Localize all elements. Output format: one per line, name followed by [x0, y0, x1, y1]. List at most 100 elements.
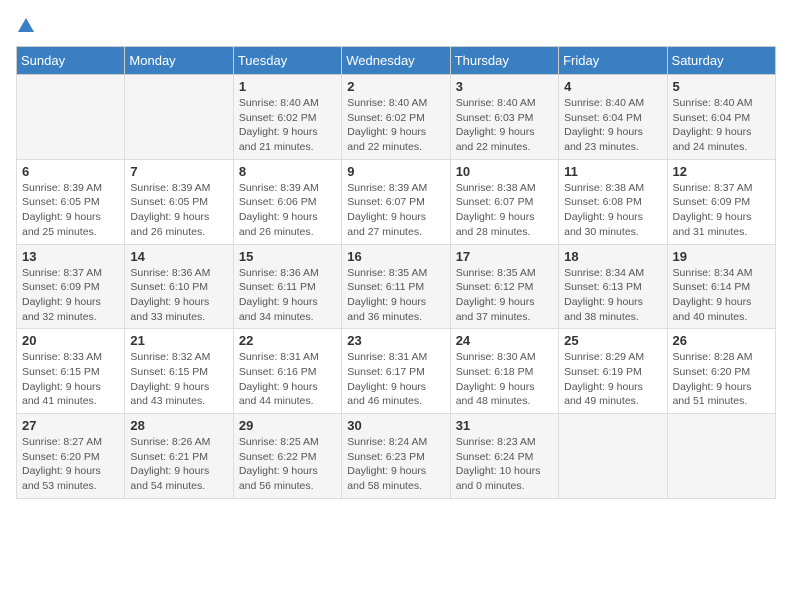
day-number: 20	[22, 333, 119, 348]
day-number: 4	[564, 79, 661, 94]
day-detail: Sunrise: 8:31 AM Sunset: 6:16 PM Dayligh…	[239, 351, 319, 407]
day-number: 9	[347, 164, 444, 179]
header-sunday: Sunday	[17, 47, 125, 75]
calendar-week-row: 1Sunrise: 8:40 AM Sunset: 6:02 PM Daylig…	[17, 75, 776, 160]
day-detail: Sunrise: 8:40 AM Sunset: 6:02 PM Dayligh…	[239, 97, 319, 153]
calendar-cell: 13 Sunrise: 8:37 AM Sunset: 6:09 PM Dayli…	[17, 244, 125, 329]
calendar-cell: 25 Sunrise: 8:29 AM Sunset: 6:19 PM Dayli…	[559, 329, 667, 414]
day-number: 31	[456, 418, 553, 433]
day-detail: Sunrise: 8:34 AM Sunset: 6:13 PM Dayligh…	[564, 267, 644, 323]
day-detail: Sunrise: 8:37 AM Sunset: 6:09 PM Dayligh…	[673, 182, 753, 238]
day-detail: Sunrise: 8:36 AM Sunset: 6:10 PM Dayligh…	[130, 267, 210, 323]
day-detail: Sunrise: 8:37 AM Sunset: 6:09 PM Dayligh…	[22, 267, 102, 323]
day-number: 29	[239, 418, 336, 433]
day-number: 28	[130, 418, 227, 433]
calendar-cell: 20 Sunrise: 8:33 AM Sunset: 6:15 PM Dayli…	[17, 329, 125, 414]
calendar-cell: 10 Sunrise: 8:38 AM Sunset: 6:07 PM Dayli…	[450, 159, 558, 244]
day-detail: Sunrise: 8:31 AM Sunset: 6:17 PM Dayligh…	[347, 351, 427, 407]
calendar-week-row: 6 Sunrise: 8:39 AM Sunset: 6:05 PM Daylig…	[17, 159, 776, 244]
day-number: 15	[239, 249, 336, 264]
day-number: 22	[239, 333, 336, 348]
day-number: 24	[456, 333, 553, 348]
day-detail: Sunrise: 8:29 AM Sunset: 6:19 PM Dayligh…	[564, 351, 644, 407]
day-number: 2	[347, 79, 444, 94]
calendar-cell: 2 Sunrise: 8:40 AM Sunset: 6:02 PM Daylig…	[342, 75, 450, 160]
day-number: 10	[456, 164, 553, 179]
day-detail: Sunrise: 8:35 AM Sunset: 6:11 PM Dayligh…	[347, 267, 427, 323]
day-number: 6	[22, 164, 119, 179]
day-detail: Sunrise: 8:30 AM Sunset: 6:18 PM Dayligh…	[456, 351, 536, 407]
day-detail: Sunrise: 8:40 AM Sunset: 6:04 PM Dayligh…	[564, 97, 644, 153]
day-detail: Sunrise: 8:35 AM Sunset: 6:12 PM Dayligh…	[456, 267, 536, 323]
calendar-cell: 26Sunrise: 8:28 AM Sunset: 6:20 PM Dayli…	[667, 329, 775, 414]
calendar-cell: 17 Sunrise: 8:35 AM Sunset: 6:12 PM Dayli…	[450, 244, 558, 329]
day-number: 3	[456, 79, 553, 94]
page-header	[16, 16, 776, 36]
calendar-cell: 1Sunrise: 8:40 AM Sunset: 6:02 PM Daylig…	[233, 75, 341, 160]
day-number: 27	[22, 418, 119, 433]
calendar-cell: 30 Sunrise: 8:24 AM Sunset: 6:23 PM Dayli…	[342, 414, 450, 499]
header-wednesday: Wednesday	[342, 47, 450, 75]
day-detail: Sunrise: 8:26 AM Sunset: 6:21 PM Dayligh…	[130, 436, 210, 492]
day-detail: Sunrise: 8:33 AM Sunset: 6:15 PM Dayligh…	[22, 351, 102, 407]
calendar-cell: 3 Sunrise: 8:40 AM Sunset: 6:03 PM Daylig…	[450, 75, 558, 160]
day-detail: Sunrise: 8:39 AM Sunset: 6:05 PM Dayligh…	[130, 182, 210, 238]
day-detail: Sunrise: 8:28 AM Sunset: 6:20 PM Dayligh…	[673, 351, 753, 407]
day-detail: Sunrise: 8:40 AM Sunset: 6:03 PM Dayligh…	[456, 97, 536, 153]
day-number: 23	[347, 333, 444, 348]
day-detail: Sunrise: 8:39 AM Sunset: 6:07 PM Dayligh…	[347, 182, 427, 238]
calendar-header-row: SundayMondayTuesdayWednesdayThursdayFrid…	[17, 47, 776, 75]
calendar-table: SundayMondayTuesdayWednesdayThursdayFrid…	[16, 46, 776, 499]
day-detail: Sunrise: 8:27 AM Sunset: 6:20 PM Dayligh…	[22, 436, 102, 492]
calendar-cell: 28 Sunrise: 8:26 AM Sunset: 6:21 PM Dayli…	[125, 414, 233, 499]
calendar-cell	[125, 75, 233, 160]
day-number: 30	[347, 418, 444, 433]
day-detail: Sunrise: 8:38 AM Sunset: 6:07 PM Dayligh…	[456, 182, 536, 238]
calendar-cell: 24 Sunrise: 8:30 AM Sunset: 6:18 PM Dayli…	[450, 329, 558, 414]
calendar-cell: 11Sunrise: 8:38 AM Sunset: 6:08 PM Dayli…	[559, 159, 667, 244]
calendar-cell: 14 Sunrise: 8:36 AM Sunset: 6:10 PM Dayli…	[125, 244, 233, 329]
calendar-cell: 12 Sunrise: 8:37 AM Sunset: 6:09 PM Dayli…	[667, 159, 775, 244]
day-number: 25	[564, 333, 661, 348]
calendar-cell: 27 Sunrise: 8:27 AM Sunset: 6:20 PM Dayli…	[17, 414, 125, 499]
calendar-cell: 29 Sunrise: 8:25 AM Sunset: 6:22 PM Dayli…	[233, 414, 341, 499]
day-detail: Sunrise: 8:39 AM Sunset: 6:05 PM Dayligh…	[22, 182, 102, 238]
header-monday: Monday	[125, 47, 233, 75]
calendar-week-row: 13 Sunrise: 8:37 AM Sunset: 6:09 PM Dayli…	[17, 244, 776, 329]
day-number: 5	[673, 79, 770, 94]
calendar-cell: 15Sunrise: 8:36 AM Sunset: 6:11 PM Dayli…	[233, 244, 341, 329]
day-detail: Sunrise: 8:32 AM Sunset: 6:15 PM Dayligh…	[130, 351, 210, 407]
day-detail: Sunrise: 8:40 AM Sunset: 6:02 PM Dayligh…	[347, 97, 427, 153]
day-number: 18	[564, 249, 661, 264]
calendar-cell: 5 Sunrise: 8:40 AM Sunset: 6:04 PM Daylig…	[667, 75, 775, 160]
day-number: 17	[456, 249, 553, 264]
calendar-cell	[559, 414, 667, 499]
calendar-cell: 23 Sunrise: 8:31 AM Sunset: 6:17 PM Dayli…	[342, 329, 450, 414]
day-number: 13	[22, 249, 119, 264]
day-detail: Sunrise: 8:24 AM Sunset: 6:23 PM Dayligh…	[347, 436, 427, 492]
day-detail: Sunrise: 8:39 AM Sunset: 6:06 PM Dayligh…	[239, 182, 319, 238]
calendar-cell: 7 Sunrise: 8:39 AM Sunset: 6:05 PM Daylig…	[125, 159, 233, 244]
header-saturday: Saturday	[667, 47, 775, 75]
day-detail: Sunrise: 8:40 AM Sunset: 6:04 PM Dayligh…	[673, 97, 753, 153]
calendar-cell	[667, 414, 775, 499]
calendar-cell: 16Sunrise: 8:35 AM Sunset: 6:11 PM Dayli…	[342, 244, 450, 329]
day-detail: Sunrise: 8:23 AM Sunset: 6:24 PM Dayligh…	[456, 436, 541, 492]
header-tuesday: Tuesday	[233, 47, 341, 75]
calendar-cell	[17, 75, 125, 160]
day-number: 12	[673, 164, 770, 179]
calendar-cell: 8Sunrise: 8:39 AM Sunset: 6:06 PM Daylig…	[233, 159, 341, 244]
calendar-cell: 19Sunrise: 8:34 AM Sunset: 6:14 PM Dayli…	[667, 244, 775, 329]
calendar-cell: 18 Sunrise: 8:34 AM Sunset: 6:13 PM Dayli…	[559, 244, 667, 329]
header-friday: Friday	[559, 47, 667, 75]
calendar-week-row: 20 Sunrise: 8:33 AM Sunset: 6:15 PM Dayli…	[17, 329, 776, 414]
calendar-cell: 31 Sunrise: 8:23 AM Sunset: 6:24 PM Dayli…	[450, 414, 558, 499]
logo	[16, 16, 36, 36]
day-number: 14	[130, 249, 227, 264]
day-number: 7	[130, 164, 227, 179]
day-detail: Sunrise: 8:25 AM Sunset: 6:22 PM Dayligh…	[239, 436, 319, 492]
calendar-cell: 21Sunrise: 8:32 AM Sunset: 6:15 PM Dayli…	[125, 329, 233, 414]
header-thursday: Thursday	[450, 47, 558, 75]
calendar-week-row: 27 Sunrise: 8:27 AM Sunset: 6:20 PM Dayli…	[17, 414, 776, 499]
day-detail: Sunrise: 8:34 AM Sunset: 6:14 PM Dayligh…	[673, 267, 753, 323]
